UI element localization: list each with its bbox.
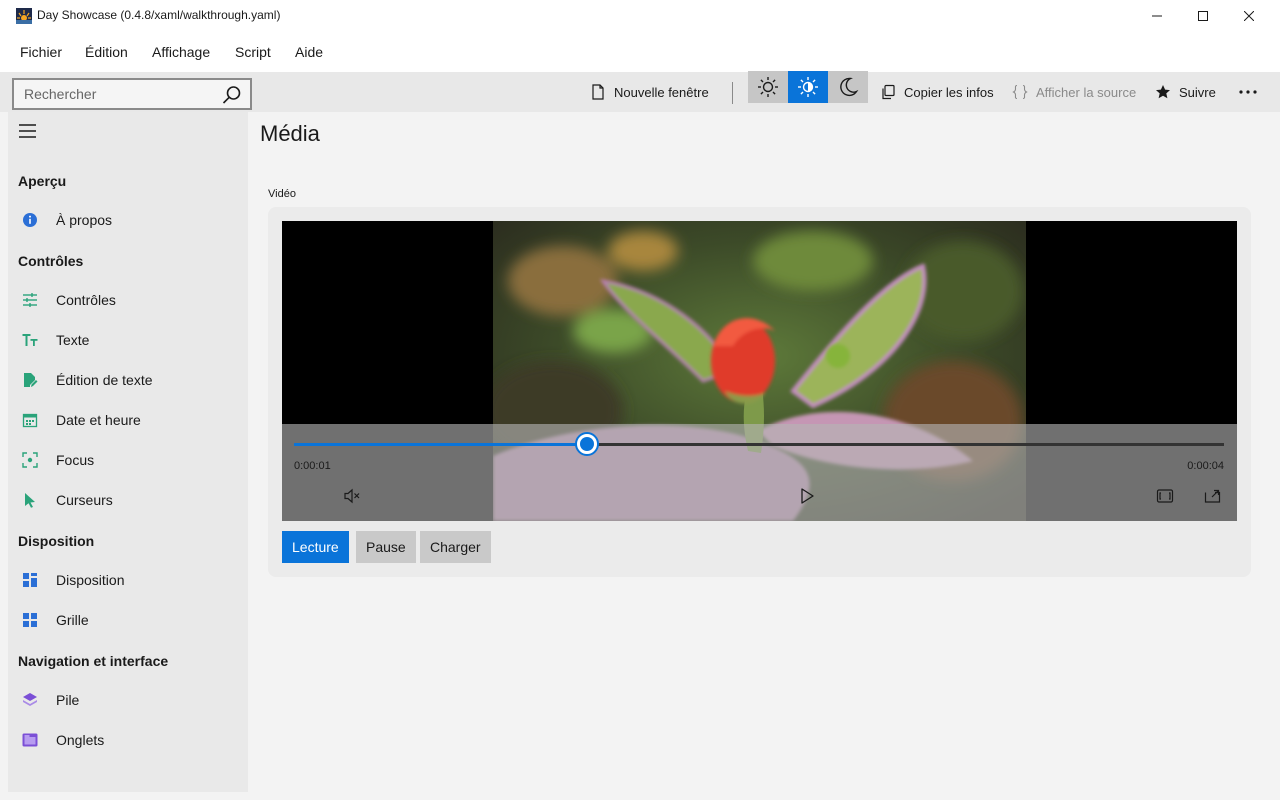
pause-button[interactable]: Pause — [356, 531, 416, 563]
show-source-label: Afficher la source — [1036, 84, 1137, 100]
braces-icon — [1012, 84, 1028, 100]
cast-button[interactable] — [1203, 486, 1223, 506]
seek-bar-progress — [294, 443, 587, 446]
document-icon — [592, 84, 604, 100]
seek-bar[interactable] — [294, 432, 1224, 456]
title-bar: Day Showcase (0.4.8/xaml/walkthrough.yam… — [0, 0, 1280, 32]
new-window-button[interactable]: Nouvelle fenêtre — [590, 72, 709, 112]
more-options-button[interactable] — [1238, 72, 1266, 112]
light-theme-button[interactable] — [748, 71, 788, 103]
dark-theme-button[interactable] — [828, 71, 868, 103]
video-section-label: Vidéo — [268, 188, 296, 200]
close-button[interactable] — [1226, 0, 1272, 32]
sidebar-item-curseurs[interactable]: Curseurs — [8, 482, 248, 518]
sidebar: Aperçu À propos Contrôles Contrôles Text… — [8, 112, 248, 792]
play-pause-button[interactable] — [797, 486, 817, 506]
play-button[interactable]: Lecture — [282, 531, 349, 563]
toolbar-separator — [732, 82, 733, 104]
nav-header-navigation: Navigation et interface — [18, 653, 169, 669]
info-icon — [23, 213, 37, 227]
minimize-icon — [1152, 15, 1162, 17]
search-input[interactable] — [14, 80, 214, 108]
sidebar-item-label: À propos — [56, 212, 113, 228]
sidebar-item-pile[interactable]: Pile — [8, 682, 248, 718]
media-controls: 0:00:01 0:00:04 — [282, 424, 1237, 521]
video-player[interactable]: 0:00:01 0:00:04 — [282, 221, 1237, 521]
sidebar-item-label: Disposition — [56, 572, 125, 588]
sidebar-item-onglets[interactable]: Onglets — [8, 722, 248, 758]
sidebar-item-label: Pile — [56, 692, 80, 708]
sidebar-item-label: Édition de texte — [56, 372, 153, 388]
sidebar-item-texte[interactable]: Texte — [8, 322, 248, 358]
copy-info-button[interactable]: Copier les infos — [880, 72, 994, 112]
sidebar-item-controles[interactable]: Contrôles — [8, 282, 248, 318]
sidebar-item-label: Texte — [56, 332, 90, 348]
stack-icon — [23, 693, 37, 706]
show-source-button[interactable]: Afficher la source — [1012, 72, 1136, 112]
app-logo-icon — [16, 8, 32, 24]
menu-edition[interactable]: Édition — [85, 44, 128, 60]
sidebar-item-label: Date et heure — [56, 412, 141, 428]
sidebar-item-label: Focus — [56, 452, 95, 468]
sidebar-item-label: Curseurs — [56, 492, 113, 508]
sidebar-item-edition-de-texte[interactable]: Édition de texte — [8, 362, 248, 398]
window-title: Day Showcase (0.4.8/xaml/walkthrough.yam… — [37, 8, 281, 22]
search-box — [12, 78, 252, 110]
nav-header-disposition: Disposition — [18, 533, 95, 549]
page-title: Média — [260, 121, 320, 146]
sidebar-item-a-propos[interactable]: À propos — [8, 202, 248, 238]
sidebar-item-label: Onglets — [56, 732, 105, 748]
text-icon — [22, 334, 38, 346]
play-icon — [801, 488, 814, 504]
current-time: 0:00:01 — [294, 460, 331, 472]
moon-icon — [840, 77, 859, 97]
close-icon — [1244, 11, 1254, 21]
search-icon[interactable] — [222, 85, 242, 105]
mute-button[interactable] — [342, 486, 362, 506]
edit-text-icon — [24, 373, 38, 387]
follow-button[interactable]: Suivre — [1155, 72, 1216, 112]
menu-fichier[interactable]: Fichier — [20, 44, 62, 60]
maximize-icon — [1198, 11, 1208, 21]
sidebar-item-date-et-heure[interactable]: Date et heure — [8, 402, 248, 438]
follow-label: Suivre — [1179, 84, 1216, 100]
menu-aide[interactable]: Aide — [295, 44, 323, 60]
sidebar-item-disposition[interactable]: Disposition — [8, 562, 248, 598]
minimize-button[interactable] — [1134, 0, 1180, 32]
nav-header-controles: Contrôles — [18, 253, 84, 269]
sidebar-item-label: Grille — [56, 612, 89, 628]
menu-affichage[interactable]: Affichage — [152, 44, 210, 60]
copy-icon — [882, 84, 895, 100]
aspect-ratio-button[interactable] — [1155, 486, 1175, 506]
muted-speaker-icon — [344, 488, 360, 504]
sidebar-item-focus[interactable]: Focus — [8, 442, 248, 478]
load-button[interactable]: Charger — [420, 531, 491, 563]
aspect-ratio-icon — [1156, 489, 1174, 503]
calendar-icon — [22, 413, 38, 428]
menu-bar: Fichier Édition Affichage Script Aide — [0, 32, 1280, 72]
total-time: 0:00:04 — [1187, 460, 1224, 472]
more-icon — [1239, 90, 1257, 94]
layout-icon — [23, 573, 37, 587]
toolbar: Nouvelle fenêtre Copier les infos Affich… — [0, 72, 1280, 112]
cursor-icon — [25, 493, 35, 508]
sliders-icon — [23, 293, 37, 307]
maximize-button[interactable] — [1180, 0, 1226, 32]
nav-header-apercu: Aperçu — [18, 173, 67, 189]
menu-script[interactable]: Script — [235, 44, 271, 60]
sun-icon — [758, 77, 778, 97]
hamburger-menu-icon[interactable] — [18, 122, 38, 140]
star-icon — [1156, 85, 1170, 99]
focus-icon — [22, 452, 38, 468]
contrast-sun-icon — [798, 77, 818, 97]
cast-icon — [1204, 489, 1221, 503]
tabs-icon — [22, 733, 38, 747]
copy-info-label: Copier les infos — [904, 84, 994, 100]
sidebar-item-grille[interactable]: Grille — [8, 602, 248, 638]
contrast-theme-button[interactable] — [788, 71, 828, 103]
sidebar-item-label: Contrôles — [56, 292, 116, 308]
seek-thumb[interactable] — [574, 432, 599, 456]
grid-icon — [23, 613, 37, 627]
new-window-label: Nouvelle fenêtre — [614, 84, 709, 100]
